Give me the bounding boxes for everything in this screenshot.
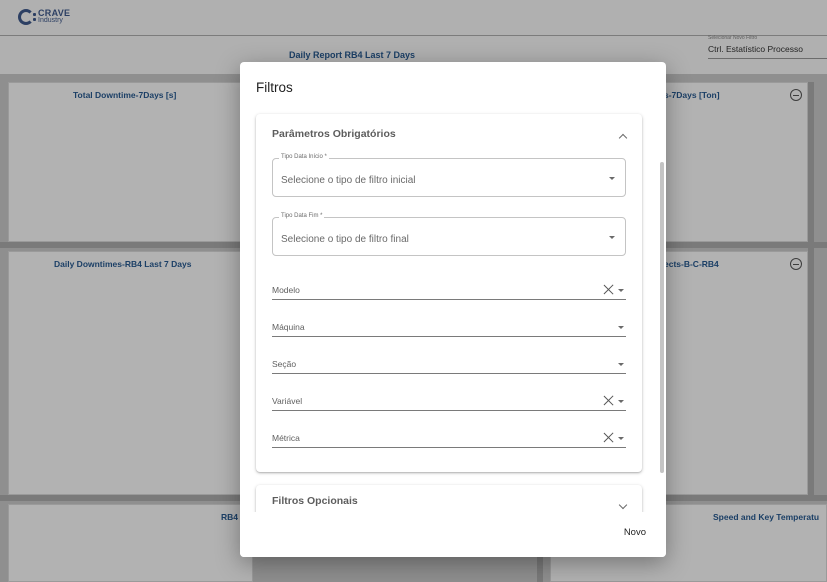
dropdown-arrow-icon <box>609 177 615 180</box>
modelo-select[interactable]: Modelo <box>272 281 626 300</box>
logo-text: CRAVE Industry <box>38 9 70 25</box>
dropdown-arrow-icon[interactable] <box>618 289 624 292</box>
variavel-label: Variável <box>272 396 303 406</box>
column-divider <box>808 82 814 495</box>
top-bar: CRAVE Industry <box>0 0 827 36</box>
panel-total-downtime: Total Downtime-7Days [s] <box>8 82 253 242</box>
metrica-label: Métrica <box>272 433 300 443</box>
logo-sub: Industry <box>38 17 63 24</box>
panel-title: RB4 <box>221 512 239 522</box>
panel-title: s-7Days [Ton] <box>664 90 720 100</box>
logo-icon <box>18 9 36 25</box>
modelo-label: Modelo <box>272 285 300 295</box>
panel-rb4: RB4 <box>8 504 253 582</box>
dialog-title: Filtros <box>256 80 293 95</box>
panel-title: ects-B-C-RB4 <box>664 259 719 269</box>
filters-dialog: Filtros Parâmetros Obrigatórios Tipo Dat… <box>240 62 666 557</box>
maquina-label: Máquina <box>272 322 305 332</box>
new-filter-select-value: Ctrl. Estatístico Processo <box>708 44 803 54</box>
dropdown-arrow-icon[interactable] <box>618 437 624 440</box>
report-title: Daily Report RB4 Last 7 Days <box>289 50 416 60</box>
panel-title: Speed and Key Temperatu <box>713 512 820 522</box>
dialog-body[interactable]: Parâmetros Obrigatórios Tipo Data Início… <box>240 110 666 512</box>
chevron-up-icon[interactable] <box>618 133 628 143</box>
metrica-select[interactable]: Métrica <box>272 429 626 448</box>
panel-title: Total Downtime-7Days [s] <box>73 90 177 100</box>
required-params-header[interactable]: Parâmetros Obrigatórios <box>272 128 396 140</box>
secao-label: Seção <box>272 359 297 369</box>
tipo-data-fim-select[interactable]: Tipo Data Fim * Selecione o tipo de filt… <box>272 213 626 256</box>
chevron-down-icon[interactable] <box>618 500 628 510</box>
clear-icon[interactable] <box>603 395 614 406</box>
dialog-footer: Novo <box>240 512 666 557</box>
dropdown-arrow-icon[interactable] <box>618 363 624 366</box>
optional-filters-card[interactable]: Filtros Opcionais <box>256 485 642 512</box>
tipo-data-inicio-label: Tipo Data Início * <box>279 154 329 160</box>
remove-circle-icon[interactable] <box>790 89 802 101</box>
required-params-card: Parâmetros Obrigatórios Tipo Data Início… <box>256 114 642 472</box>
variavel-select[interactable]: Variável <box>272 392 626 411</box>
optional-filters-header[interactable]: Filtros Opcionais <box>272 495 358 507</box>
dropdown-arrow-icon <box>609 236 615 239</box>
dropdown-arrow-icon[interactable] <box>618 326 624 329</box>
panel-title: Daily Downtimes-RB4 Last 7 Days <box>54 259 192 269</box>
secao-select[interactable]: Seção <box>272 355 626 374</box>
logo-name: CRAVE <box>38 8 71 18</box>
crave-logo[interactable]: CRAVE Industry <box>18 9 70 25</box>
new-filter-select-label: Selecionar Novo Filtro <box>708 35 758 41</box>
dialog-scrollbar[interactable] <box>660 162 664 473</box>
novo-button[interactable]: Novo <box>624 527 646 538</box>
dropdown-arrow-icon[interactable] <box>618 400 624 403</box>
maquina-select[interactable]: Máquina <box>272 318 626 337</box>
tipo-data-fim-label: Tipo Data Fim * <box>279 213 325 219</box>
new-filter-select[interactable]: Selecionar Novo Filtro Ctrl. Estatístico… <box>708 35 827 59</box>
panel-daily-downtimes: Daily Downtimes-RB4 Last 7 Days <box>8 251 253 495</box>
clear-icon[interactable] <box>603 432 614 443</box>
tipo-data-inicio-placeholder: Selecione o tipo de filtro inicial <box>281 175 416 186</box>
clear-icon[interactable] <box>603 284 614 295</box>
tipo-data-fim-placeholder: Selecione o tipo de filtro final <box>281 234 409 245</box>
remove-circle-icon[interactable] <box>790 258 802 270</box>
tipo-data-inicio-select[interactable]: Tipo Data Início * Selecione o tipo de f… <box>272 154 626 197</box>
